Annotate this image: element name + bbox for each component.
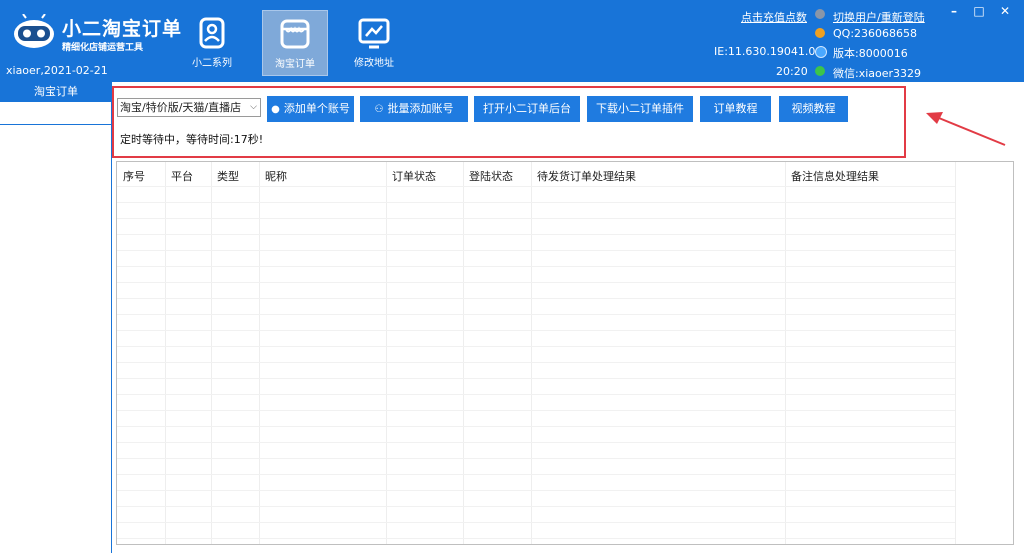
robot-logo-icon <box>14 14 54 48</box>
download-plugin-button[interactable]: 下载小二订单插件 <box>587 96 693 122</box>
app-version: 版本:8000016 <box>833 47 908 60</box>
people-icon: ⚇ <box>374 104 384 115</box>
switch-user-link[interactable]: 切换用户/重新登陆 <box>833 9 925 25</box>
orders-table[interactable]: 序号 平台 类型 昵称 订单状态 登陆状态 待发货订单处理结果 备注信息处理结果 <box>116 161 1014 545</box>
user-date: xiaoer,2021-02-21 <box>6 64 108 77</box>
nav-label: 小二系列 <box>192 58 232 69</box>
column-header-nickname[interactable]: 昵称 <box>265 168 287 184</box>
person-icon: ● <box>271 104 280 115</box>
ie-version: IE:11.630.19041.0 <box>714 45 816 58</box>
column-header-type[interactable]: 类型 <box>217 168 239 184</box>
column-header-pending-result[interactable]: 待发货订单处理结果 <box>537 168 636 184</box>
nav-label: 修改地址 <box>354 58 394 69</box>
store-icon <box>280 19 310 49</box>
version-icon <box>815 46 827 58</box>
video-tutorial-button[interactable]: 视频教程 <box>779 96 848 122</box>
contact-card-icon <box>199 17 225 49</box>
sidebar-item-taobao-order[interactable]: 淘宝订单 <box>0 82 112 102</box>
qq-icon <box>815 28 825 38</box>
batch-add-account-button[interactable]: ⚇ 批量添加账号 <box>360 96 468 122</box>
chevron-down-icon: ⌵ <box>250 102 257 112</box>
line-chart-icon <box>358 18 390 49</box>
app-slogan: 精细化店铺运营工具 <box>62 43 144 53</box>
close-button[interactable]: ✕ <box>997 4 1013 18</box>
wechat-id: 微信:xiaoer3329 <box>833 67 922 80</box>
nav-xiaoer-series[interactable]: 小二系列 <box>180 10 244 74</box>
nav-taobao-order[interactable]: 淘宝订单 <box>262 10 328 76</box>
wechat-icon <box>815 66 825 76</box>
open-backend-button[interactable]: 打开小二订单后台 <box>474 96 580 122</box>
recharge-link[interactable]: 点击充值点数 <box>741 9 807 25</box>
column-header-order-status[interactable]: 订单状态 <box>392 168 436 184</box>
user-switch-icon <box>815 9 825 19</box>
app-title: 小二淘宝订单 <box>62 18 183 40</box>
clock-time: 20:20 <box>776 65 808 78</box>
column-header-remark-result[interactable]: 备注信息处理结果 <box>791 168 879 184</box>
annotation-arrow-icon <box>926 112 1006 146</box>
title-bar: 小二淘宝订单 精细化店铺运营工具 xiaoer,2021-02-21 小二系列 … <box>0 0 1024 82</box>
minimize-button[interactable]: – <box>946 4 962 18</box>
nav-modify-address[interactable]: 修改地址 <box>342 10 406 74</box>
column-header-index[interactable]: 序号 <box>123 168 145 184</box>
sidebar: 淘宝订单 <box>0 82 112 553</box>
platform-select[interactable]: 淘宝/特价版/天猫/直播店 ⌵ <box>117 98 261 117</box>
column-header-platform[interactable]: 平台 <box>171 168 193 184</box>
maximize-button[interactable]: □ <box>971 4 987 18</box>
sidebar-subpanel <box>0 102 111 125</box>
status-text: 定时等待中，等待时间:17秒! <box>120 133 264 146</box>
platform-select-value: 淘宝/特价版/天猫/直播店 <box>120 101 242 114</box>
nav-label: 淘宝订单 <box>275 59 315 70</box>
add-single-account-button[interactable]: ● 添加单个账号 <box>267 96 354 122</box>
order-tutorial-button[interactable]: 订单教程 <box>700 96 771 122</box>
column-header-login-status[interactable]: 登陆状态 <box>469 168 513 184</box>
qq-number: QQ:236068658 <box>833 27 918 40</box>
